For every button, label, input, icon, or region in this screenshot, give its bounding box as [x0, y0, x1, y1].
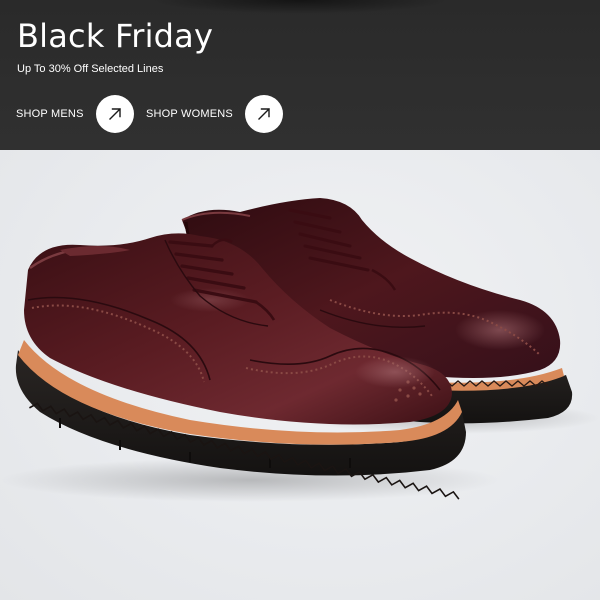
brogue-shoes-illustration — [0, 198, 600, 502]
banner-shadow — [150, 0, 450, 14]
banner-title: Black Friday — [17, 17, 214, 55]
shop-womens-button[interactable]: SHOP WOMENS — [146, 95, 283, 133]
banner-subtitle: Up To 30% Off Selected Lines — [17, 63, 164, 75]
promo-banner: Black Friday Up To 30% Off Selected Line… — [0, 0, 600, 150]
arrow-up-right-icon[interactable] — [95, 95, 134, 133]
shop-womens-label: SHOP WOMENS — [146, 108, 233, 120]
shop-mens-label: SHOP MENS — [16, 108, 84, 120]
arrow-up-right-icon[interactable] — [244, 95, 283, 133]
shop-mens-button[interactable]: SHOP MENS — [16, 95, 134, 133]
product-image[interactable] — [0, 150, 600, 600]
